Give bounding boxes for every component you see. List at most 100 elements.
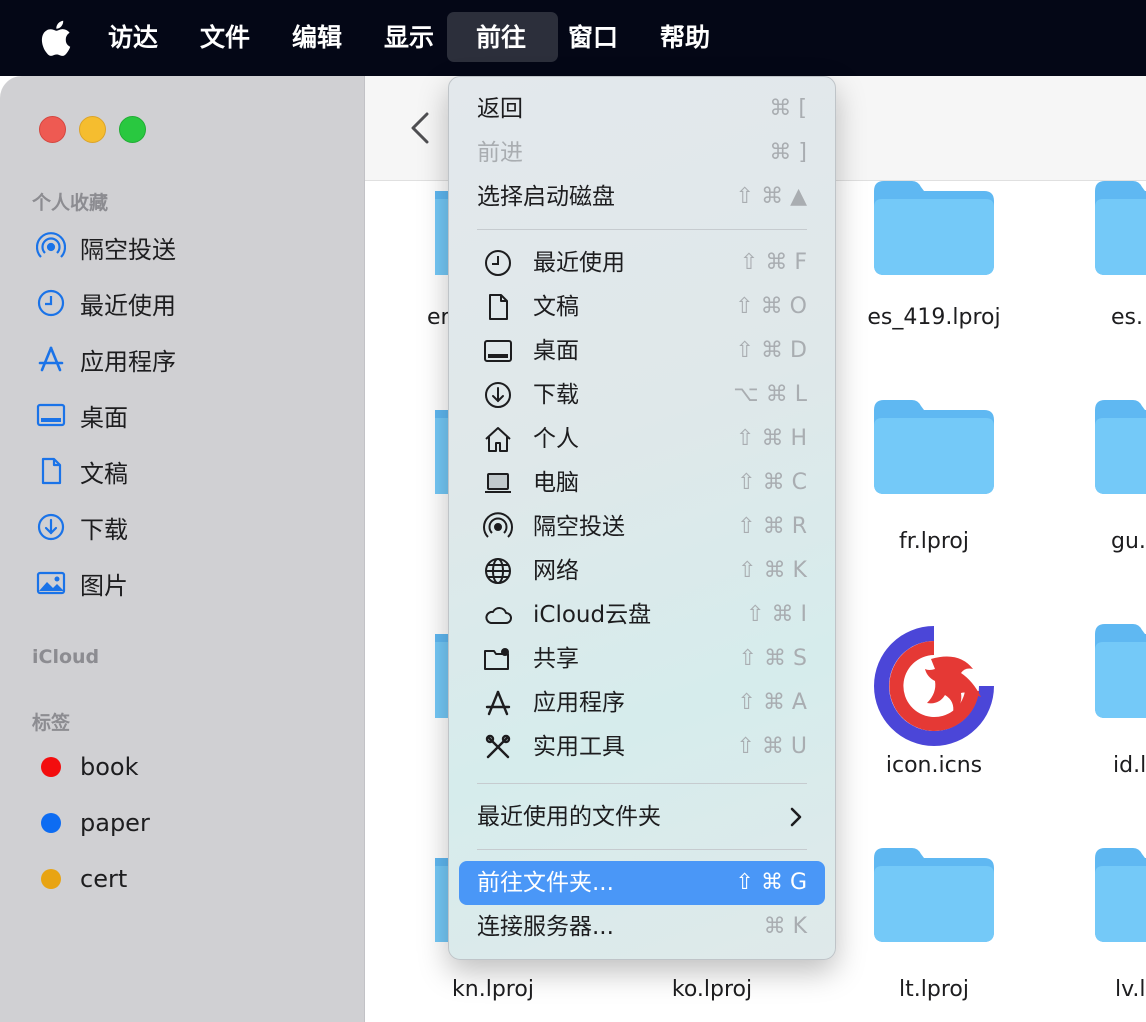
menu-item-recent-folders[interactable]: 最近使用的文件夹 (459, 795, 825, 839)
file-name[interactable]: kn.lproj (423, 977, 563, 1002)
menu-item-utilities[interactable]: 实用工具 ⇧ ⌘ U (459, 725, 825, 769)
menu-item-label: 应用程序 (533, 690, 625, 716)
download-icon (485, 382, 511, 408)
menu-separator (477, 229, 807, 230)
menu-item-computer[interactable]: 电脑 ⇧ ⌘ C (459, 461, 825, 505)
cloud-icon (485, 607, 512, 624)
file-name[interactable]: lt.lproj (874, 977, 994, 1002)
menu-item-icloud-drive[interactable]: iCloud云盘 ⇧ ⌘ I (459, 593, 825, 637)
menu-item-label: 隔空投送 (533, 514, 625, 540)
menu-item-label: 前进 (477, 140, 523, 166)
menu-item-shortcut: ⌘ ] (769, 140, 807, 165)
pictures-icon (36, 568, 66, 598)
sidebar-item-airdrop[interactable]: 隔空投送 (36, 227, 176, 267)
menubar-window[interactable]: 窗口 (568, 0, 618, 76)
menu-item-label: 连接服务器... (477, 914, 614, 940)
folder-icon[interactable] (874, 181, 994, 275)
menubar-go[interactable]: 前往 (476, 0, 526, 76)
sidebar-item-downloads[interactable]: 下载 (36, 507, 128, 547)
menubar-view[interactable]: 显示 (384, 0, 434, 76)
sidebar-tag-paper[interactable]: paper (36, 803, 150, 843)
sidebar-item-label: 文稿 (80, 459, 128, 488)
folder-icon[interactable] (874, 848, 994, 946)
file-name[interactable]: gu. (1111, 529, 1146, 554)
menu-item-desktop[interactable]: 桌面 ⇧ ⌘ D (459, 329, 825, 373)
sidebar-item-recents[interactable]: 最近使用 (36, 283, 176, 323)
tag-color-dot (41, 869, 61, 889)
folder-icon[interactable] (874, 400, 994, 498)
sidebar-item-label: 图片 (80, 571, 128, 600)
menu-separator (477, 783, 807, 784)
menu-item-label: 前往文件夹... (477, 870, 614, 896)
folder-icon[interactable] (1095, 848, 1146, 946)
sidebar-tag-cert[interactable]: cert (36, 859, 127, 899)
menu-item-label: 返回 (477, 96, 523, 122)
menu-item-shortcut: ⇧ ⌘ F (739, 250, 807, 275)
zoom-window-button[interactable] (119, 116, 146, 143)
file-name[interactable]: ko.lproj (642, 977, 782, 1002)
file-name[interactable]: es. (1111, 305, 1143, 330)
laptop-icon (485, 473, 511, 493)
menu-item-shortcut: ⇧ ⌘ G (735, 870, 807, 895)
folder-icon[interactable] (1095, 624, 1146, 722)
menu-item-go-to-folder[interactable]: 前往文件夹... ⇧ ⌘ G (459, 861, 825, 905)
menu-item-shortcut: ⇧ ⌘ C (737, 470, 807, 495)
menu-separator (477, 849, 807, 850)
minimize-window-button[interactable] (79, 116, 106, 143)
sidebar-item-documents[interactable]: 文稿 (36, 451, 128, 491)
menu-item-recents[interactable]: 最近使用 ⇧ ⌘ F (459, 241, 825, 285)
sidebar-tag-book[interactable]: book (36, 747, 139, 787)
favorites-section-title: 个人收藏 (32, 192, 109, 214)
menubar-file[interactable]: 文件 (200, 0, 250, 76)
icloud-section-title[interactable]: iCloud (32, 646, 99, 668)
menu-item-downloads[interactable]: 下载 ⌥ ⌘ L (459, 373, 825, 417)
menu-item-label: 文稿 (533, 294, 579, 320)
menubar-edit[interactable]: 编辑 (292, 0, 342, 76)
tag-color-dot (41, 813, 61, 833)
home-icon (485, 427, 511, 452)
file-name[interactable]: er (427, 305, 450, 330)
file-name[interactable]: es_419.lproj (864, 305, 1004, 330)
menu-item-shortcut: ⌘ K (763, 914, 807, 939)
go-menu-dropdown: 返回 ⌘ [ 前进 ⌘ ] 选择启动磁盘 ⇧ ⌘ ▲ 最近使用 ⇧ ⌘ F 文稿… (448, 76, 836, 960)
folder-icon[interactable] (1095, 181, 1146, 275)
menu-item-back[interactable]: 返回 ⌘ [ (459, 87, 825, 131)
sidebar-item-label: paper (80, 809, 150, 837)
menubar-help[interactable]: 帮助 (660, 0, 710, 76)
menu-item-airdrop[interactable]: 隔空投送 ⇧ ⌘ R (459, 505, 825, 549)
dragon-app-icon[interactable] (869, 621, 999, 751)
sidebar-item-applications[interactable]: 应用程序 (36, 339, 176, 379)
menu-item-connect-server[interactable]: 连接服务器... ⌘ K (459, 905, 825, 949)
sidebar-item-label: cert (80, 865, 128, 893)
menubar-finder[interactable]: 访达 (108, 0, 158, 76)
sidebar-item-label: 下载 (80, 515, 128, 544)
folder-icon[interactable] (1095, 400, 1146, 498)
menu-item-network[interactable]: 网络 ⇧ ⌘ K (459, 549, 825, 593)
sidebar-item-desktop[interactable]: 桌面 (36, 395, 128, 435)
apple-logo-icon[interactable] (38, 18, 72, 58)
download-icon (36, 512, 66, 542)
menu-item-label: 最近使用的文件夹 (477, 804, 661, 830)
file-name[interactable]: fr.lproj (874, 529, 994, 554)
file-name[interactable]: lv.l (1115, 977, 1146, 1002)
file-name[interactable]: id.l (1113, 753, 1146, 778)
menu-item-label: 电脑 (533, 470, 579, 496)
file-name[interactable]: icon.icns (874, 753, 994, 778)
menu-item-shortcut: ⇧ ⌘ S (738, 646, 807, 671)
menu-item-shortcut: ⇧ ⌘ H (736, 426, 807, 451)
close-window-button[interactable] (39, 116, 66, 143)
applications-icon (36, 344, 66, 374)
chevron-right-icon (790, 807, 802, 827)
sidebar-item-pictures[interactable]: 图片 (36, 563, 128, 603)
clock-icon (485, 250, 511, 276)
menu-item-applications[interactable]: 应用程序 ⇧ ⌘ A (459, 681, 825, 725)
menu-item-shared[interactable]: 共享 ⇧ ⌘ S (459, 637, 825, 681)
menu-item-shortcut: ⇧ ⌘ ▲ (735, 184, 807, 209)
menu-item-home[interactable]: 个人 ⇧ ⌘ H (459, 417, 825, 461)
back-chevron-icon[interactable] (405, 106, 435, 150)
menu-item-startup-disk[interactable]: 选择启动磁盘 ⇧ ⌘ ▲ (459, 175, 825, 219)
sidebar-item-label: 桌面 (80, 403, 128, 432)
menu-item-documents[interactable]: 文稿 ⇧ ⌘ O (459, 285, 825, 329)
clock-icon (36, 288, 66, 318)
tags-section-title: 标签 (32, 712, 71, 734)
